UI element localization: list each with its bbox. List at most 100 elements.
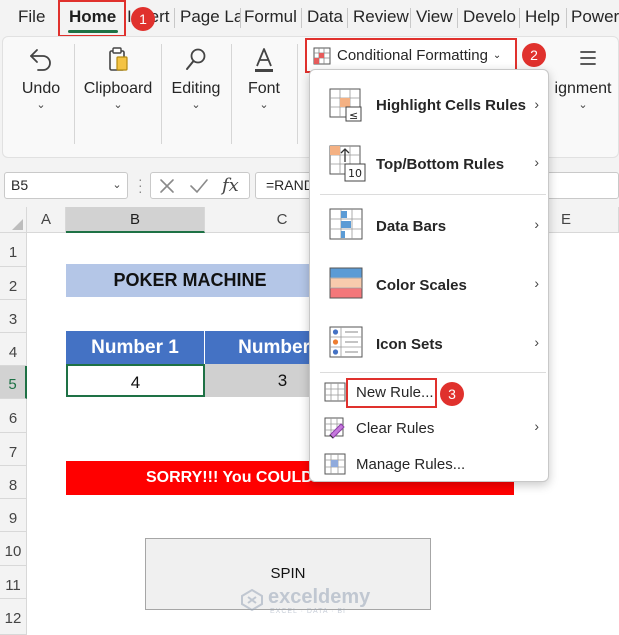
tab-page-layout[interactable]: Page La [180, 0, 240, 36]
menu-item-label: Icon Sets [376, 336, 443, 353]
ribbon-divider [161, 44, 162, 144]
ribbon-divider [231, 44, 232, 144]
watermark-name: exceldemy [268, 586, 371, 608]
chevron-down-icon: ⌄ [36, 99, 46, 111]
alignment-label: ignment [554, 80, 612, 97]
row-header-9[interactable]: 9 [0, 499, 27, 532]
tab-developer[interactable]: Develo [463, 0, 518, 36]
row-header-7[interactable]: 7 [0, 433, 27, 466]
ribbon-divider [297, 44, 298, 144]
menu-item-label: Manage Rules... [356, 456, 466, 473]
menu-item-icon-sets[interactable]: Icon Sets › [310, 316, 548, 372]
color-scales-icon [329, 267, 363, 299]
row-header-12[interactable]: 12 [0, 599, 27, 635]
row-header-11[interactable]: 11 [0, 566, 27, 599]
font-color-icon [255, 48, 273, 72]
insert-function-button[interactable]: fx [222, 172, 239, 199]
watermark-tagline: EXCEL · DATA · BI [270, 608, 346, 615]
clipboard-label: Clipboard [83, 80, 153, 97]
formula-bar-grip[interactable]: · · · [138, 172, 144, 198]
exceldemy-watermark: exceldemy EXCEL · DATA · BI [238, 586, 388, 622]
row-header-8[interactable]: 8 [0, 466, 27, 499]
icon-sets-icon [329, 326, 363, 358]
ribbon-divider [74, 44, 75, 144]
header-number-1: Number 1 [66, 331, 205, 364]
menu-item-data-bars[interactable]: Data Bars › [310, 198, 548, 254]
menu-item-label: Clear Rules [356, 420, 435, 437]
column-header-b[interactable]: B [66, 207, 205, 233]
excel-window: File Home Insert Page La Formul Data Rev… [0, 0, 619, 635]
tab-divider [240, 8, 241, 28]
home-highlight-box [58, 0, 126, 37]
row-header-3[interactable]: 3 [0, 300, 27, 333]
exceldemy-logo-icon [241, 588, 263, 612]
search-icon [186, 48, 206, 70]
menu-item-label: Highlight Cells Rules [376, 97, 527, 114]
menu-item-clear-rules[interactable]: Clear Rules › [310, 411, 548, 445]
tab-review[interactable]: Review [353, 0, 409, 36]
manage-rules-icon [324, 453, 346, 475]
tab-power[interactable]: Power [571, 0, 619, 36]
step-badge-2: 2 [522, 43, 546, 67]
chevron-right-icon: › [534, 216, 539, 232]
clipboard-icon [109, 47, 128, 71]
tab-divider [519, 8, 520, 28]
alignment-button[interactable]: ignment ⌄ [548, 44, 618, 112]
undo-button[interactable]: Undo ⌄ [16, 44, 66, 112]
row-header-6[interactable]: 6 [0, 399, 27, 433]
chevron-down-icon: ⌄ [113, 99, 123, 111]
row-header-10[interactable]: 10 [0, 532, 27, 566]
clear-rules-icon [324, 417, 345, 439]
menu-divider [320, 194, 546, 195]
menu-divider [320, 372, 546, 373]
chevron-down-icon[interactable]: ⌄ [108, 172, 126, 199]
chevron-right-icon: › [534, 334, 539, 350]
undo-label: Undo [21, 80, 61, 97]
row-header-5[interactable]: 5 [0, 366, 27, 399]
align-icon [580, 51, 596, 65]
step-badge-1: 1 [131, 7, 155, 31]
tab-view[interactable]: View [416, 0, 454, 36]
tab-divider [457, 8, 458, 28]
clipboard-button[interactable]: Clipboard ⌄ [82, 44, 154, 112]
undo-icon [30, 49, 51, 71]
new-rule-icon [324, 382, 346, 402]
step-badge-3: 3 [440, 382, 464, 406]
cell-b5[interactable]: 4 [66, 364, 205, 397]
tab-file[interactable]: File [18, 0, 52, 36]
editing-label: Editing [171, 80, 221, 97]
chevron-right-icon: › [534, 418, 539, 434]
chevron-down-icon: ⌄ [191, 99, 201, 111]
menu-item-color-scales[interactable]: Color Scales › [310, 257, 548, 313]
column-header-a[interactable]: A [27, 207, 66, 233]
menu-item-top-bottom-rules[interactable]: 10 Top/Bottom Rules › [310, 136, 548, 192]
font-button[interactable]: Font ⌄ [240, 44, 288, 112]
row-header-1[interactable]: 1 [0, 233, 27, 267]
poker-machine-title: POKER MACHINE [66, 264, 314, 297]
check-icon[interactable] [189, 177, 209, 195]
tab-formulas[interactable]: Formul [244, 0, 300, 36]
row-header-4[interactable]: 4 [0, 333, 27, 366]
chevron-down-icon: ⌄ [578, 99, 588, 111]
top-bottom-icon: 10 [329, 145, 366, 182]
tab-help[interactable]: Help [525, 0, 563, 36]
svg-text:≤: ≤ [349, 109, 358, 122]
tab-data[interactable]: Data [307, 0, 345, 36]
highlight-cells-icon: ≤ [329, 88, 362, 122]
row-header-2[interactable]: 2 [0, 267, 27, 300]
menu-item-highlight-cells-rules[interactable]: ≤ Highlight Cells Rules › [310, 78, 548, 134]
chevron-down-icon: ⌄ [259, 99, 269, 111]
tab-divider [566, 8, 567, 28]
cancel-icon[interactable] [158, 177, 176, 195]
font-label: Font [247, 80, 280, 97]
tab-divider [410, 8, 411, 28]
top-bottom-number: 10 [348, 167, 362, 180]
chevron-right-icon: › [534, 96, 539, 112]
editing-button[interactable]: Editing ⌄ [168, 44, 224, 112]
chevron-right-icon: › [534, 275, 539, 291]
chevron-right-icon: › [534, 154, 539, 170]
conditional-formatting-menu: ≤ Highlight Cells Rules › 10 Top/Bottom … [309, 69, 549, 482]
menu-item-manage-rules[interactable]: Manage Rules... [310, 447, 548, 481]
tab-divider [301, 8, 302, 28]
select-all-triangle [12, 219, 23, 230]
